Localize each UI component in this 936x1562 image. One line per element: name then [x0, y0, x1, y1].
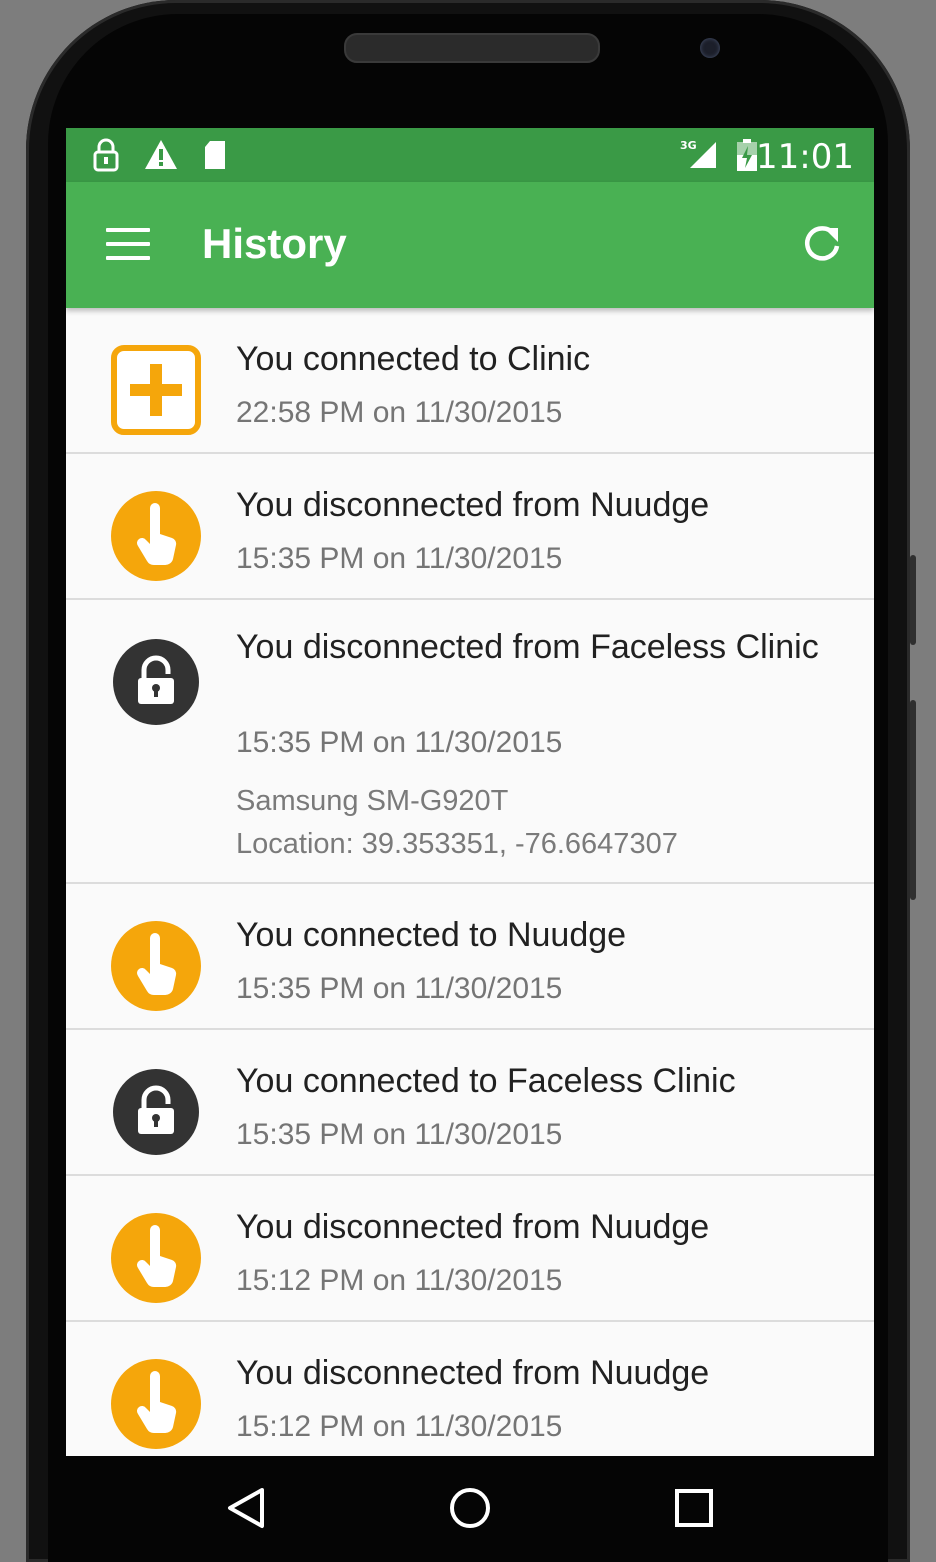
item-time: 15:35 PM on 11/30/2015 — [236, 726, 563, 759]
front-camera — [700, 38, 720, 58]
item-title: You connected to Faceless Clinic — [236, 1062, 736, 1100]
app-bar: History — [66, 182, 874, 308]
status-bar: 3G 11:01 — [66, 128, 874, 182]
home-icon[interactable] — [448, 1486, 492, 1530]
status-time: 11:01 — [756, 137, 854, 177]
history-list: You connected to Clinic 22:58 PM on 11/3… — [66, 308, 874, 1456]
finger-icon — [111, 491, 201, 581]
item-title: You disconnected from Nuudge — [236, 1354, 710, 1392]
item-time: 22:58 PM on 11/30/2015 — [236, 396, 563, 429]
finger-icon — [111, 921, 201, 1011]
item-location: Location: 39.353351, -76.6647307 — [236, 828, 678, 860]
item-title: You connected to Clinic — [236, 340, 591, 378]
refresh-icon[interactable] — [800, 222, 844, 266]
finger-icon — [111, 1213, 201, 1303]
item-time: 15:35 PM on 11/30/2015 — [236, 972, 563, 1005]
list-item[interactable]: You disconnected from Faceless Clinic 15… — [66, 600, 874, 884]
power-button — [910, 700, 916, 900]
list-item[interactable]: You disconnected from Nuudge 15:35 PM on… — [66, 454, 874, 600]
item-time: 15:35 PM on 11/30/2015 — [236, 1118, 563, 1151]
page-title: History — [202, 220, 347, 267]
list-item[interactable]: You connected to Faceless Clinic 15:35 P… — [66, 1030, 874, 1176]
hamburger-menu-icon[interactable] — [106, 228, 150, 262]
item-device: Samsung SM-G920T — [236, 785, 509, 817]
list-item[interactable]: You disconnected from Nuudge 15:12 PM on… — [66, 1322, 874, 1456]
volume-button — [910, 555, 916, 645]
list-item[interactable]: You connected to Nuudge 15:35 PM on 11/3… — [66, 884, 874, 1030]
recents-icon[interactable] — [674, 1488, 714, 1528]
list-item[interactable]: You disconnected from Nuudge 15:12 PM on… — [66, 1176, 874, 1322]
finger-icon — [111, 1359, 201, 1449]
item-title: You disconnected from Nuudge — [236, 486, 710, 524]
speaker-grille — [344, 33, 600, 63]
sd-card-icon — [205, 141, 225, 169]
item-time: 15:35 PM on 11/30/2015 — [236, 542, 563, 575]
battery-charging-icon — [737, 139, 757, 171]
unlock-icon — [113, 1069, 199, 1155]
svg-text:3G: 3G — [680, 139, 697, 152]
navigation-bar — [66, 1456, 874, 1562]
item-title: You disconnected from Faceless Clinic — [236, 628, 819, 666]
signal-3g-icon: 3G — [680, 139, 716, 168]
item-title: You disconnected from Nuudge — [236, 1208, 710, 1246]
medical-plus-icon — [111, 345, 201, 435]
warning-icon — [145, 140, 177, 169]
item-title: You connected to Nuudge — [236, 916, 627, 954]
list-item[interactable]: You connected to Clinic 22:58 PM on 11/3… — [66, 308, 874, 454]
item-time: 15:12 PM on 11/30/2015 — [236, 1264, 563, 1297]
lock-icon — [93, 138, 119, 172]
unlock-icon — [113, 639, 199, 725]
item-time: 15:12 PM on 11/30/2015 — [236, 1410, 563, 1443]
screen: 3G 11:01 History You connected to Clinic… — [66, 128, 874, 1456]
back-icon[interactable] — [226, 1486, 266, 1530]
